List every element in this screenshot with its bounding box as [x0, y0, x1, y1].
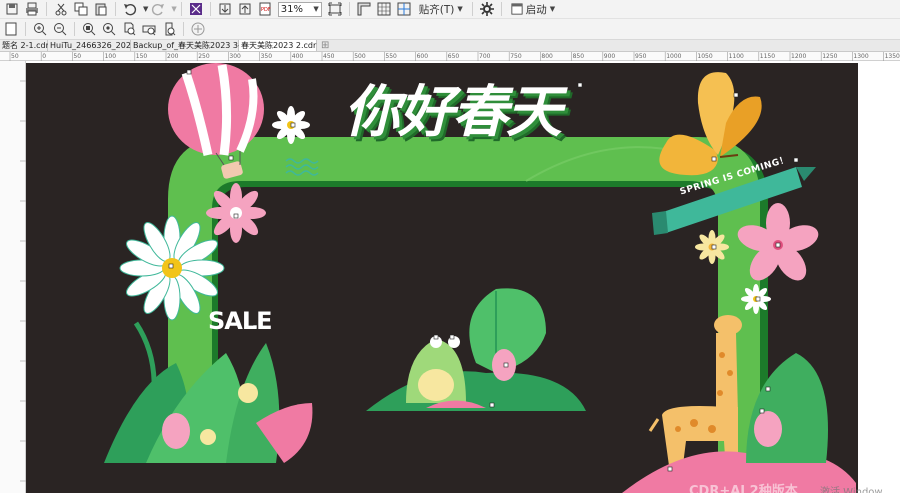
- ruler-label: 0: [42, 53, 46, 60]
- document-tab[interactable]: 题名 2-1.cdr: [0, 40, 49, 51]
- show-rulers-icon[interactable]: [355, 1, 373, 18]
- vertical-ruler[interactable]: [0, 61, 26, 493]
- ruler-label: 150: [136, 53, 148, 60]
- svg-text:PDF: PDF: [261, 7, 271, 13]
- ruler-label: 250: [198, 53, 210, 60]
- document-tabs: 题名 2-1.cdr HuiTu_2466326_202101... Backu…: [0, 40, 900, 52]
- snap-to-label: 贴齐(T): [418, 3, 455, 16]
- copy-icon[interactable]: [72, 1, 90, 18]
- ruler-label: 350: [261, 53, 273, 60]
- property-toolbar: [0, 19, 900, 40]
- giraffe[interactable]: [648, 315, 742, 473]
- chevron-down-icon: ▼: [313, 5, 319, 13]
- zoom-to-selected-icon[interactable]: [80, 21, 98, 38]
- ruler-label: 1200: [791, 53, 806, 60]
- toolbar-separator: [348, 2, 350, 16]
- ruler-label: 100: [105, 53, 117, 60]
- toolbar-separator: [183, 22, 184, 36]
- ruler-label: 400: [292, 53, 304, 60]
- gear-icon[interactable]: [478, 1, 496, 18]
- artwork-title[interactable]: 你好春天: [344, 67, 562, 148]
- publish-pdf-icon[interactable]: PDF: [256, 1, 274, 18]
- launch-label: 启动: [525, 3, 547, 16]
- zoom-to-all-objects-icon[interactable]: [100, 21, 118, 38]
- ruler-label: 200: [167, 53, 179, 60]
- standard-toolbar: ▼ ▼ PDF 31% ▼ 贴齐(T) ▼ 启动 ▼: [0, 0, 900, 19]
- ruler-label: 500: [354, 53, 366, 60]
- ruler-label: 450: [323, 53, 335, 60]
- cut-icon[interactable]: [52, 1, 70, 18]
- paste-icon[interactable]: [92, 1, 110, 18]
- import-icon[interactable]: [216, 1, 234, 18]
- document-tab[interactable]: Backup_of_春天美陈2023 3-1.cdr: [131, 40, 261, 51]
- ruler-ticks: 50 0 50 100 150 200 250 300 350 400 450 500 550 600 65…: [9, 52, 900, 61]
- launch-menu[interactable]: 启动 ▼: [507, 1, 559, 18]
- center-plants[interactable]: [366, 288, 586, 411]
- pink-flower[interactable]: [206, 183, 266, 243]
- document-tab[interactable]: HuiTu_2466326_202101...: [48, 40, 154, 51]
- print-icon[interactable]: [23, 1, 41, 18]
- undo-dropdown-icon[interactable]: ▼: [143, 5, 148, 13]
- toolbar-separator: [500, 2, 502, 16]
- ruler-label: 750: [510, 53, 522, 60]
- ruler-label: 1150: [760, 53, 775, 60]
- zoom-in-icon[interactable]: [31, 21, 49, 38]
- toolbar-separator: [46, 2, 47, 16]
- ruler-label: 650: [448, 53, 460, 60]
- ruler-label: 800: [541, 53, 553, 60]
- corel-connect-icon[interactable]: [187, 1, 205, 18]
- ruler-label: 1050: [697, 53, 712, 60]
- zoom-level-dropdown[interactable]: 31% ▼: [277, 1, 322, 17]
- ruler-label: 1300: [853, 53, 868, 60]
- redo-icon[interactable]: [149, 1, 167, 18]
- page-icon[interactable]: [2, 21, 20, 38]
- show-guidelines-icon[interactable]: [395, 1, 413, 18]
- add-tab-icon[interactable]: ⊞: [317, 40, 333, 51]
- add-icon[interactable]: [189, 21, 207, 38]
- redo-dropdown-icon[interactable]: ▼: [171, 5, 176, 13]
- ruler-label: 50: [11, 53, 19, 60]
- artboard[interactable]: 你好春天 SPRING IS COMING！ SALE: [26, 63, 858, 493]
- ruler-label: 550: [385, 53, 397, 60]
- ruler-ticks-vertical: [20, 80, 26, 482]
- zoom-to-page-width-icon[interactable]: [140, 21, 158, 38]
- toolbar-separator: [471, 2, 473, 16]
- undo-icon[interactable]: [121, 1, 139, 18]
- show-grid-icon[interactable]: [375, 1, 393, 18]
- ruler-label: 50: [73, 53, 81, 60]
- zoom-level-value: 31%: [280, 3, 304, 15]
- snap-to-menu[interactable]: 贴齐(T) ▼: [415, 1, 467, 18]
- activate-windows-watermark: 激活 Window: [820, 487, 883, 493]
- save-icon[interactable]: [3, 1, 21, 18]
- full-screen-preview-icon[interactable]: [326, 1, 344, 18]
- ruler-label: 300: [229, 53, 241, 60]
- ruler-label: 600: [417, 53, 429, 60]
- ruler-label: 900: [604, 53, 616, 60]
- sale-text[interactable]: SALE: [208, 307, 273, 335]
- toolbar-separator: [115, 2, 116, 16]
- ruler-label: 950: [635, 53, 647, 60]
- toolbar-separator: [74, 22, 75, 36]
- drawing-canvas[interactable]: 你好春天 SPRING IS COMING！ SALE CDR+AI 2种版本 …: [26, 61, 900, 493]
- document-tab-active[interactable]: 春天美陈2023 2.cdr: [239, 40, 317, 51]
- zoom-to-page-height-icon[interactable]: [160, 21, 178, 38]
- toolbar-separator: [25, 22, 26, 36]
- ruler-label: 850: [573, 53, 585, 60]
- ruler-label: 700: [479, 53, 491, 60]
- chevron-down-icon: ▼: [549, 5, 556, 13]
- ruler-label: 1350: [885, 53, 900, 60]
- ruler-label: 1100: [729, 53, 744, 60]
- zoom-out-icon[interactable]: [51, 21, 69, 38]
- toolbar-separator: [180, 2, 182, 16]
- chevron-down-icon: ▼: [457, 5, 463, 13]
- horizontal-ruler[interactable]: 50 0 50 100 150 200 250 300 350 400 450 500 550 600 65…: [0, 52, 900, 61]
- ruler-label: 1250: [822, 53, 837, 60]
- export-icon[interactable]: [236, 1, 254, 18]
- ruler-label: 1000: [666, 53, 681, 60]
- toolbar-separator: [209, 2, 211, 16]
- zoom-to-page-icon[interactable]: [120, 21, 138, 38]
- version-watermark: CDR+AI 2种版本: [689, 484, 798, 493]
